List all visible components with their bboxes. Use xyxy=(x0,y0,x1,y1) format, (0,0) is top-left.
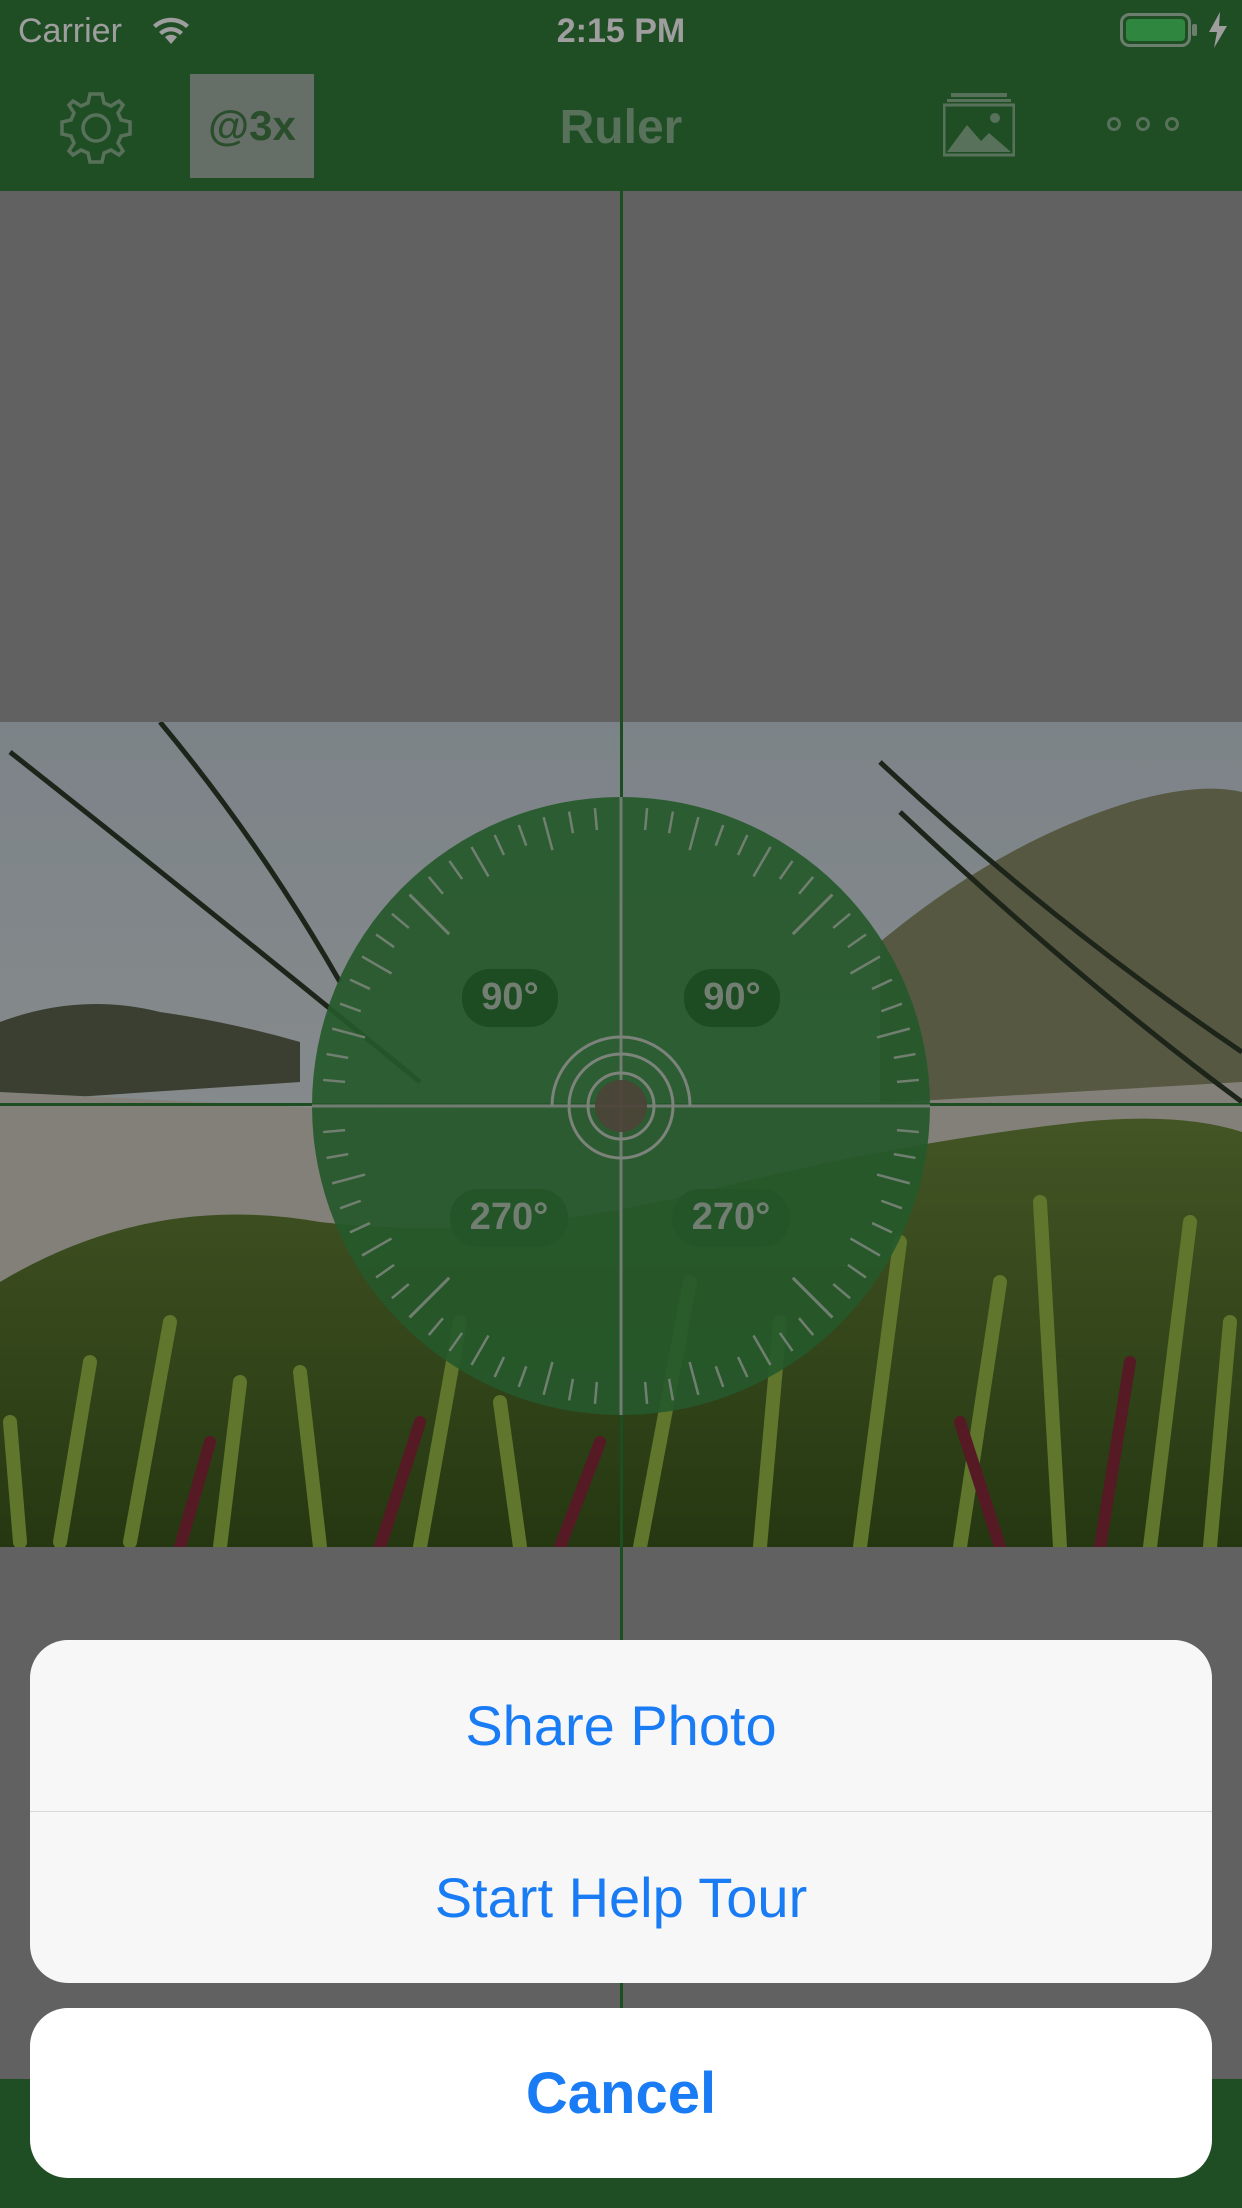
start-help-tour-button[interactable]: Start Help Tour xyxy=(30,1812,1212,1983)
share-photo-button[interactable]: Share Photo xyxy=(30,1640,1212,1811)
action-sheet: Share Photo Start Help Tour xyxy=(30,1640,1212,1983)
cancel-button[interactable]: Cancel xyxy=(30,2008,1212,2178)
